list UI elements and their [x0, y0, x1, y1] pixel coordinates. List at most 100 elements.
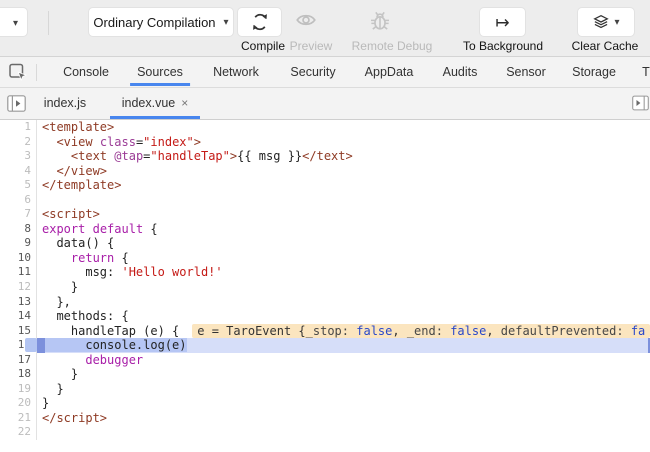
line-number[interactable]: 14 — [0, 309, 37, 324]
source-code-editor[interactable]: 1 <template> 2 <view class="index"> 3 <text… — [0, 120, 650, 452]
code-token: debugger — [85, 352, 144, 367]
code-text[interactable]: } — [37, 280, 650, 295]
code-text[interactable]: handleTap (e) {e = TaroEvent {_stop: fal… — [37, 323, 650, 339]
code-line[interactable]: 1 <template> — [0, 120, 650, 135]
devtools-tab-t[interactable]: T — [638, 57, 650, 87]
code-text[interactable]: return { — [37, 251, 650, 266]
execution-line-code[interactable]: console.log(e) — [37, 338, 650, 353]
compilation-mode-dropdown[interactable]: Ordinary Compilation ▾ — [88, 7, 234, 37]
line-number[interactable]: 16 — [0, 338, 37, 353]
devtools-tab-audits[interactable]: Audits — [439, 57, 482, 87]
line-number[interactable]: 21 — [0, 410, 37, 426]
line-number[interactable]: 18 — [0, 367, 37, 382]
inline-value-token: , — [392, 323, 407, 338]
code-line[interactable]: 5 </template> — [0, 178, 650, 193]
code-line[interactable]: 6 — [0, 192, 650, 208]
code-text[interactable]: }, — [37, 295, 650, 310]
code-line[interactable]: 14 methods: { — [0, 309, 650, 324]
devtools-tab-appdata[interactable]: AppData — [361, 57, 418, 87]
code-line[interactable]: 7 <script> — [0, 207, 650, 222]
to-background-button[interactable]: ↦ — [479, 7, 526, 37]
code-token: <script> — [42, 207, 100, 222]
tab-index-js[interactable]: index.js — [30, 88, 100, 119]
code-line[interactable]: 13 }, — [0, 294, 650, 310]
code-line[interactable]: 15 handleTap (e) {e = TaroEvent {_stop: … — [0, 323, 650, 339]
line-number[interactable]: 12 — [0, 280, 37, 295]
code-text[interactable]: <script> — [37, 207, 650, 222]
execution-marker — [37, 338, 45, 353]
code-line[interactable]: 10 return { — [0, 250, 650, 266]
code-text[interactable]: </template> — [37, 178, 650, 193]
code-line[interactable]: 18 } — [0, 367, 650, 382]
line-number[interactable]: 10 — [0, 250, 37, 266]
code-text[interactable]: debugger — [37, 353, 650, 368]
code-text[interactable]: methods: { — [37, 309, 650, 324]
clear-cache-label[interactable]: Clear Cache — [559, 39, 650, 53]
code-token: } — [42, 381, 64, 396]
compile-button[interactable] — [237, 7, 282, 37]
line-number[interactable]: 8 — [0, 221, 37, 237]
code-text[interactable]: <template> — [37, 120, 650, 135]
code-token: 'Hello world!' — [121, 265, 223, 280]
devtools-tab-security[interactable]: Security — [286, 57, 339, 87]
devtools-tab-console[interactable]: Console — [59, 57, 113, 87]
code-line[interactable]: 2 <view class="index"> — [0, 134, 650, 150]
inspect-element-icon[interactable] — [8, 62, 28, 82]
devtools-tab-sources[interactable]: Sources — [130, 57, 190, 87]
line-number[interactable]: 2 — [0, 134, 37, 150]
code-text[interactable]: <text @tap="handleTap">{{ msg }}</text> — [37, 149, 650, 164]
code-line[interactable]: 11 msg: 'Hello world!' — [0, 265, 650, 281]
show-navigator-icon[interactable] — [7, 95, 26, 112]
code-text[interactable]: } — [37, 382, 650, 397]
code-line[interactable]: 8 export default { — [0, 221, 650, 237]
code-text[interactable]: </script> — [37, 411, 650, 426]
line-number[interactable]: 20 — [0, 396, 37, 411]
code-line[interactable]: 19 } — [0, 381, 650, 397]
line-number[interactable]: 11 — [0, 265, 37, 281]
line-number[interactable]: 15 — [0, 323, 37, 339]
tab-index-vue[interactable]: index.vue × — [108, 88, 202, 119]
to-background-label[interactable]: To Background — [457, 39, 549, 53]
toolbar-divider — [48, 11, 49, 35]
code-text[interactable] — [37, 425, 650, 440]
line-number[interactable]: 22 — [0, 425, 37, 441]
devtools-tab-storage[interactable]: Storage — [568, 57, 620, 87]
code-line[interactable]: 22 — [0, 425, 650, 441]
line-number[interactable]: 9 — [0, 236, 37, 251]
code-text[interactable]: data() { — [37, 236, 650, 251]
clear-cache-button[interactable]: ▾ — [577, 7, 635, 37]
code-text[interactable]: export default { — [37, 222, 650, 237]
line-number[interactable]: 4 — [0, 163, 37, 179]
close-icon[interactable]: × — [181, 96, 188, 110]
line-number[interactable]: 3 — [0, 149, 37, 164]
code-token: console.log(e) — [42, 338, 187, 353]
code-text[interactable]: </view> — [37, 164, 650, 179]
code-text[interactable]: } — [37, 396, 650, 411]
code-text[interactable] — [37, 193, 650, 208]
code-text[interactable]: } — [37, 367, 650, 382]
line-number[interactable]: 7 — [0, 207, 37, 222]
more-tabs-icon[interactable] — [632, 95, 650, 112]
code-line[interactable]: 9 data() { — [0, 236, 650, 251]
code-line[interactable]: 12 } — [0, 280, 650, 295]
line-number[interactable]: 17 — [0, 352, 37, 368]
devtools-tab-network[interactable]: Network — [209, 57, 263, 87]
devtools-tab-sensor[interactable]: Sensor — [502, 57, 550, 87]
device-dropdown-button[interactable]: ▾ — [0, 7, 28, 37]
code-line[interactable]: 4 </view> — [0, 163, 650, 179]
code-line[interactable]: 21 </script> — [0, 410, 650, 426]
code-line[interactable]: 16 console.log(e) — [0, 338, 650, 353]
line-number[interactable]: 5 — [0, 178, 37, 193]
code-line[interactable]: 20} — [0, 396, 650, 411]
code-text[interactable]: msg: 'Hello world!' — [37, 265, 650, 280]
code-text[interactable]: <view class="index"> — [37, 135, 650, 150]
line-number[interactable]: 13 — [0, 294, 37, 310]
line-number[interactable]: 6 — [0, 192, 37, 208]
code-line[interactable]: 17 debugger — [0, 352, 650, 368]
code-line[interactable]: 3 <text @tap="handleTap">{{ msg }}</text… — [0, 149, 650, 164]
line-number[interactable]: 1 — [0, 120, 37, 135]
code-token: { — [114, 250, 129, 265]
line-number[interactable]: 19 — [0, 381, 37, 397]
code-token: methods: { — [42, 309, 129, 324]
